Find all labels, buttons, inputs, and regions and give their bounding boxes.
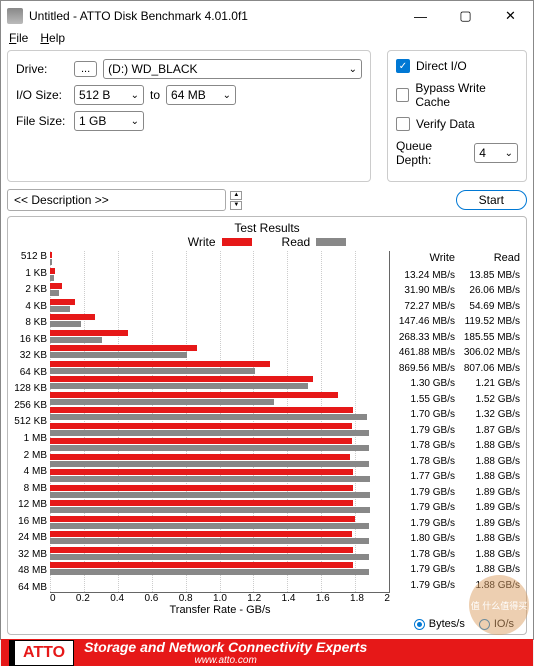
footer: ATTO Storage and Network Connectivity Ex… <box>1 639 533 666</box>
menu-file[interactable]: File <box>9 31 28 45</box>
io-size-to-select[interactable]: 64 MB <box>166 85 236 105</box>
menu-help[interactable]: Help <box>40 31 65 45</box>
io-size-from-select[interactable]: 512 B <box>74 85 144 105</box>
write-column: Write13.24 MB/s31.90 MB/s72.27 MB/s147.4… <box>390 251 455 593</box>
app-window: Untitled - ATTO Disk Benchmark 4.01.0f1 … <box>0 0 534 640</box>
results-title: Test Results <box>14 221 520 235</box>
description-input[interactable]: << Description >> <box>7 189 226 211</box>
direct-io-checkbox[interactable]: ✓Direct I/O <box>396 59 518 73</box>
watermark-icon: 值 什么值得买 <box>469 575 529 635</box>
drive-browse-button[interactable]: ... <box>74 61 97 77</box>
options-panel: ✓Direct I/O Bypass Write Cache Verify Da… <box>387 50 527 182</box>
bytes-radio[interactable]: Bytes/s <box>414 618 465 630</box>
minimize-button[interactable]: — <box>398 1 443 31</box>
footer-url: www.atto.com <box>84 655 367 666</box>
verify-data-checkbox[interactable]: Verify Data <box>396 117 518 131</box>
titlebar: Untitled - ATTO Disk Benchmark 4.01.0f1 … <box>1 1 533 31</box>
x-axis-label: Transfer Rate - GB/s <box>50 604 390 616</box>
atto-logo: ATTO <box>9 640 74 666</box>
footer-tagline: Storage and Network Connectivity Experts <box>84 639 367 655</box>
bypass-cache-checkbox[interactable]: Bypass Write Cache <box>396 81 518 109</box>
drive-select[interactable]: (D:) WD_BLACK <box>103 59 362 79</box>
close-button[interactable]: ✕ <box>488 1 533 31</box>
settings-panel: Drive: ... (D:) WD_BLACK I/O Size: 512 B… <box>7 50 371 182</box>
io-size-label: I/O Size: <box>16 88 68 102</box>
queue-depth-select[interactable]: 4 <box>474 143 518 163</box>
file-size-select[interactable]: 1 GB <box>74 111 144 131</box>
queue-depth-label: Queue Depth: <box>396 139 470 167</box>
x-axis-ticks: 00.20.40.60.81.01.21.41.61.82 <box>50 593 390 604</box>
io-to-label: to <box>150 88 160 102</box>
read-column: Read13.85 MB/s26.06 MB/s54.69 MB/s119.52… <box>455 251 520 593</box>
file-size-label: File Size: <box>16 114 68 128</box>
menubar: File Help <box>1 31 533 45</box>
maximize-button[interactable]: ▢ <box>443 1 488 31</box>
description-spinner[interactable]: ▲▼ <box>230 191 242 210</box>
y-axis-labels: 512 B1 KB2 KB4 KB8 KB16 KB32 KB64 KB128 … <box>14 251 50 593</box>
chart-bars <box>50 251 390 593</box>
window-title: Untitled - ATTO Disk Benchmark 4.01.0f1 <box>29 9 398 23</box>
app-icon <box>7 8 23 24</box>
start-button[interactable]: Start <box>456 190 527 210</box>
results-panel: Test Results Write Read 512 B1 KB2 KB4 K… <box>7 216 527 635</box>
drive-label: Drive: <box>16 62 68 76</box>
chart-legend: Write Read <box>14 235 520 249</box>
